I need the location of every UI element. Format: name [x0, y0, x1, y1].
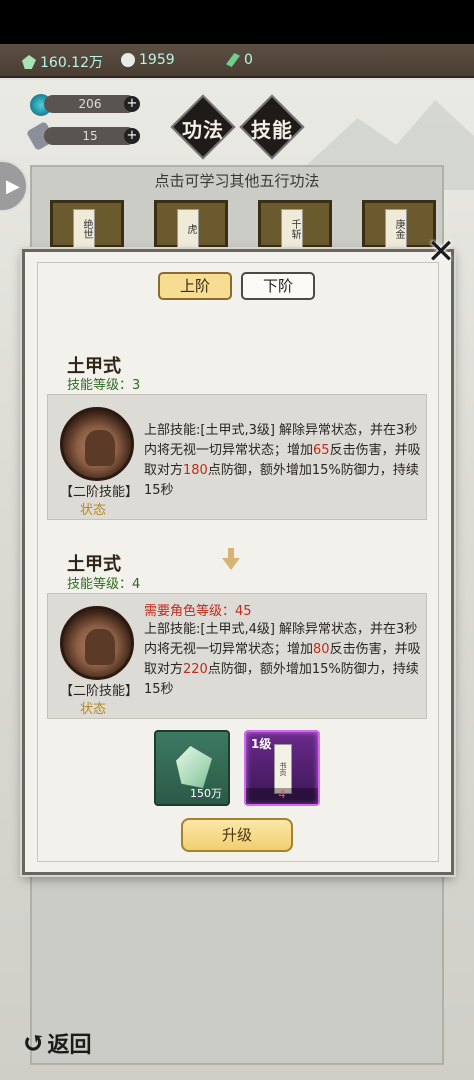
next-skill-box: 需要角色等级：45 上部技能:[土甲式,4级] 解除异常状态，并在3秒内将无视一… — [47, 593, 427, 719]
tab-lower[interactable]: 下阶 — [241, 272, 315, 300]
resource-stone-value: 1959 — [139, 52, 175, 68]
cost-item-crystal[interactable]: 150万 — [154, 730, 230, 806]
book-label: 虎 — [177, 209, 199, 249]
upgrade-button[interactable]: 升级 — [181, 818, 293, 852]
stat-token: 15 + — [44, 127, 140, 145]
resource-leaf: 0 — [226, 52, 253, 68]
tab-gongfa[interactable]: 功法 — [173, 114, 233, 143]
resource-leaf-value: 0 — [244, 52, 253, 68]
current-skill-level: 技能等级：3 — [67, 378, 141, 393]
next-skill-desc: 上部技能:[土甲式,4级] 解除异常状态，并在3秒内将无视一切异常状态；增加80… — [144, 622, 421, 697]
stone-icon — [121, 53, 135, 67]
next-status-label: 状态 — [80, 702, 107, 717]
next-tier-label: 【二阶技能】 — [60, 684, 139, 699]
stat-orb: 206 + — [44, 95, 140, 113]
skill-book-icon: 书页 — [274, 744, 292, 794]
book-item[interactable]: 千斩 — [258, 200, 332, 249]
cost-item-book[interactable]: 1级 书页 4 — [244, 730, 320, 806]
add-token-button[interactable]: + — [124, 128, 140, 144]
crystal-icon — [22, 55, 36, 69]
book-label: 绝世 — [73, 209, 95, 249]
resource-stone: 1959 — [121, 52, 175, 68]
stat-orb-value: 206 — [78, 97, 102, 111]
stat-token-value: 15 — [82, 129, 98, 143]
book-item[interactable]: 绝世 — [50, 200, 124, 249]
crystal-item-icon — [176, 746, 212, 788]
leaf-icon — [226, 53, 240, 67]
resource-bar: 160.12万 1959 0 — [0, 44, 474, 78]
resource-crystal-value: 160.12万 — [40, 55, 103, 71]
book-item[interactable]: 庚金 — [362, 200, 436, 249]
current-skill-box: 上部技能:[土甲式,3级] 解除异常状态，并在3秒内将无视一切异常状态；增加65… — [47, 394, 427, 520]
resource-crystal: 160.12万 — [22, 52, 103, 72]
current-tier-label: 【二阶技能】 — [60, 485, 139, 500]
book-label: 千斩 — [281, 209, 303, 249]
current-status-label: 状态 — [80, 503, 107, 518]
cost-book-count: 4 — [246, 788, 318, 804]
cost-crystal-count: 150万 — [190, 787, 222, 800]
tab-jineng[interactable]: 技能 — [242, 114, 302, 143]
close-icon[interactable]: ✕ — [426, 235, 456, 269]
current-skill-desc: 上部技能:[土甲式,3级] 解除异常状态，并在3秒内将无视一切异常状态；增加65… — [144, 423, 421, 498]
arrow-down-icon — [222, 548, 240, 572]
next-skill-level: 技能等级：4 — [67, 577, 141, 592]
tab-upper[interactable]: 上阶 — [158, 272, 232, 300]
book-item[interactable]: 虎 — [154, 200, 228, 249]
book-label: 庚金 — [385, 209, 407, 249]
earth-armor-skill-icon — [60, 407, 134, 481]
back-button[interactable]: ↺ 返回 — [22, 1026, 91, 1059]
level-requirement: 需要角色等级：45 — [144, 604, 252, 619]
back-icon: ↺ — [22, 1026, 46, 1059]
book-level: 1级 — [251, 737, 272, 751]
earth-armor-skill-icon — [60, 606, 134, 680]
add-orb-button[interactable]: + — [124, 96, 140, 112]
status-bar — [0, 0, 474, 44]
back-label: 返回 — [47, 1031, 92, 1058]
panel-title: 点击可学习其他五行功法 — [154, 172, 320, 190]
arrow-right-icon: ▶ — [6, 176, 20, 197]
